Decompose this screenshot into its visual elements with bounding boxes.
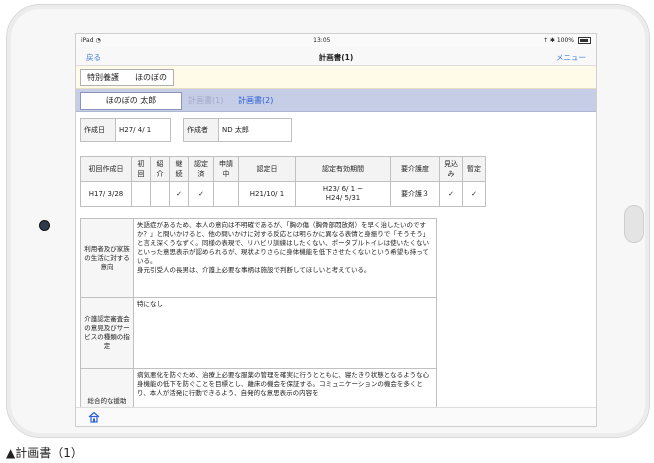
menu-button[interactable]: メニュー xyxy=(556,52,586,63)
col-header: 継続 xyxy=(169,156,189,182)
cell-expected[interactable]: ✓ xyxy=(439,181,463,207)
col-header: 認定有効期間 xyxy=(295,156,391,182)
cell-applying[interactable] xyxy=(213,181,239,207)
col-header: 申請中 xyxy=(213,156,239,182)
created-date-value[interactable]: H27/ 4/ 1 xyxy=(115,118,171,142)
section-text[interactable]: 特になし xyxy=(133,297,437,369)
person-name[interactable]: ほのぼの 太郎 xyxy=(80,92,182,110)
section-label: 介護認定審査会の意見及びサービスの種類の指定 xyxy=(80,297,134,369)
section-text[interactable]: 失語症があるため、本人の意向は不明確であるが、「胸の傷（胸骨部悶放剤）を早く治し… xyxy=(133,218,437,298)
plan-sections-table: 利用者及び家族の生活に対する意向 失語症があるため、本人の意向は不明確であるが、… xyxy=(80,218,437,426)
cell-referral[interactable] xyxy=(150,181,170,207)
tab-bar: ほのぼの 太郎 計画書(1) 計画書(2) xyxy=(76,89,596,112)
col-header: 暫定 xyxy=(462,156,486,182)
content-area: 作成日 H27/ 4/ 1 作成者 ND 太郎 初回作成日 初回 紹介 継続 認… xyxy=(76,112,596,426)
care-info-table: 初回作成日 初回 紹介 継続 認定済 申請中 認定日 認定有効期間 要介護度 見… xyxy=(80,156,486,207)
section-label: 利用者及び家族の生活に対する意向 xyxy=(80,218,134,298)
cell-first[interactable] xyxy=(131,181,151,207)
col-header: 紹介 xyxy=(150,156,170,182)
cell-certified[interactable]: ✓ xyxy=(188,181,214,207)
camera-icon xyxy=(39,220,50,231)
cell-provisional[interactable]: ✓ xyxy=(462,181,486,207)
author-label: 作成者 xyxy=(183,118,219,142)
status-right: ↑ ✱ 100% xyxy=(543,37,591,44)
home-hardware-button[interactable] xyxy=(624,205,644,243)
col-header: 認定済 xyxy=(188,156,214,182)
home-icon[interactable] xyxy=(88,411,100,423)
cell-cert-period[interactable]: H23/ 6/ 1 ~ H24/ 5/31 xyxy=(295,181,391,207)
care-info-header-row: 初回作成日 初回 紹介 継続 認定済 申請中 認定日 認定有効期間 要介護度 見… xyxy=(80,156,486,182)
col-header: 初回 xyxy=(131,156,151,182)
app-screen: iPad ◔ 13:05 ↑ ✱ 100% 戻る 計画書(1) メニュー 特別養… xyxy=(75,33,597,427)
cell-continuing[interactable]: ✓ xyxy=(169,181,189,207)
nav-bar: 戻る 計画書(1) メニュー xyxy=(76,47,596,66)
wifi-icon: ◔ xyxy=(95,37,101,44)
tab-plan2[interactable]: 計画書(2) xyxy=(238,95,273,106)
page-title: 計画書(1) xyxy=(318,53,354,62)
created-date-label: 作成日 xyxy=(80,118,116,142)
care-info-value-row: H17/ 3/28 ✓ ✓ H21/10/ 1 H23/ 6/ 1 ~ H24/… xyxy=(80,181,486,207)
cell-first-created[interactable]: H17/ 3/28 xyxy=(80,181,132,207)
facility-row: 特別養護 ほのぼの xyxy=(76,66,596,89)
status-left: iPad ◔ xyxy=(81,37,101,44)
battery-icon xyxy=(577,37,591,44)
status-bar: iPad ◔ 13:05 ↑ ✱ 100% xyxy=(76,34,596,47)
section-row: 介護認定審査会の意見及びサービスの種類の指定 特になし xyxy=(80,297,437,369)
cell-cert-date[interactable]: H21/10/ 1 xyxy=(238,181,296,207)
col-header: 要介護度 xyxy=(390,156,440,182)
col-header: 見込み xyxy=(439,156,463,182)
figure-caption: ▲計画書（1） xyxy=(6,446,83,460)
tab-plan1[interactable]: 計画書(1) xyxy=(188,95,223,106)
section-row: 利用者及び家族の生活に対する意向 失語症があるため、本人の意向は不明確であるが、… xyxy=(80,218,437,298)
ipad-frame: iPad ◔ 13:05 ↑ ✱ 100% 戻る 計画書(1) メニュー 特別養… xyxy=(6,4,650,438)
col-header: 初回作成日 xyxy=(80,156,132,182)
cell-care-level[interactable]: 要介護３ xyxy=(390,181,440,207)
created-info-table: 作成日 H27/ 4/ 1 作成者 ND 太郎 xyxy=(80,118,292,142)
bottom-toolbar xyxy=(76,407,596,426)
col-header: 認定日 xyxy=(238,156,296,182)
status-time: 13:05 xyxy=(313,37,331,44)
author-value[interactable]: ND 太郎 xyxy=(218,118,292,142)
facility-selector[interactable]: 特別養護 ほのぼの xyxy=(80,69,174,86)
